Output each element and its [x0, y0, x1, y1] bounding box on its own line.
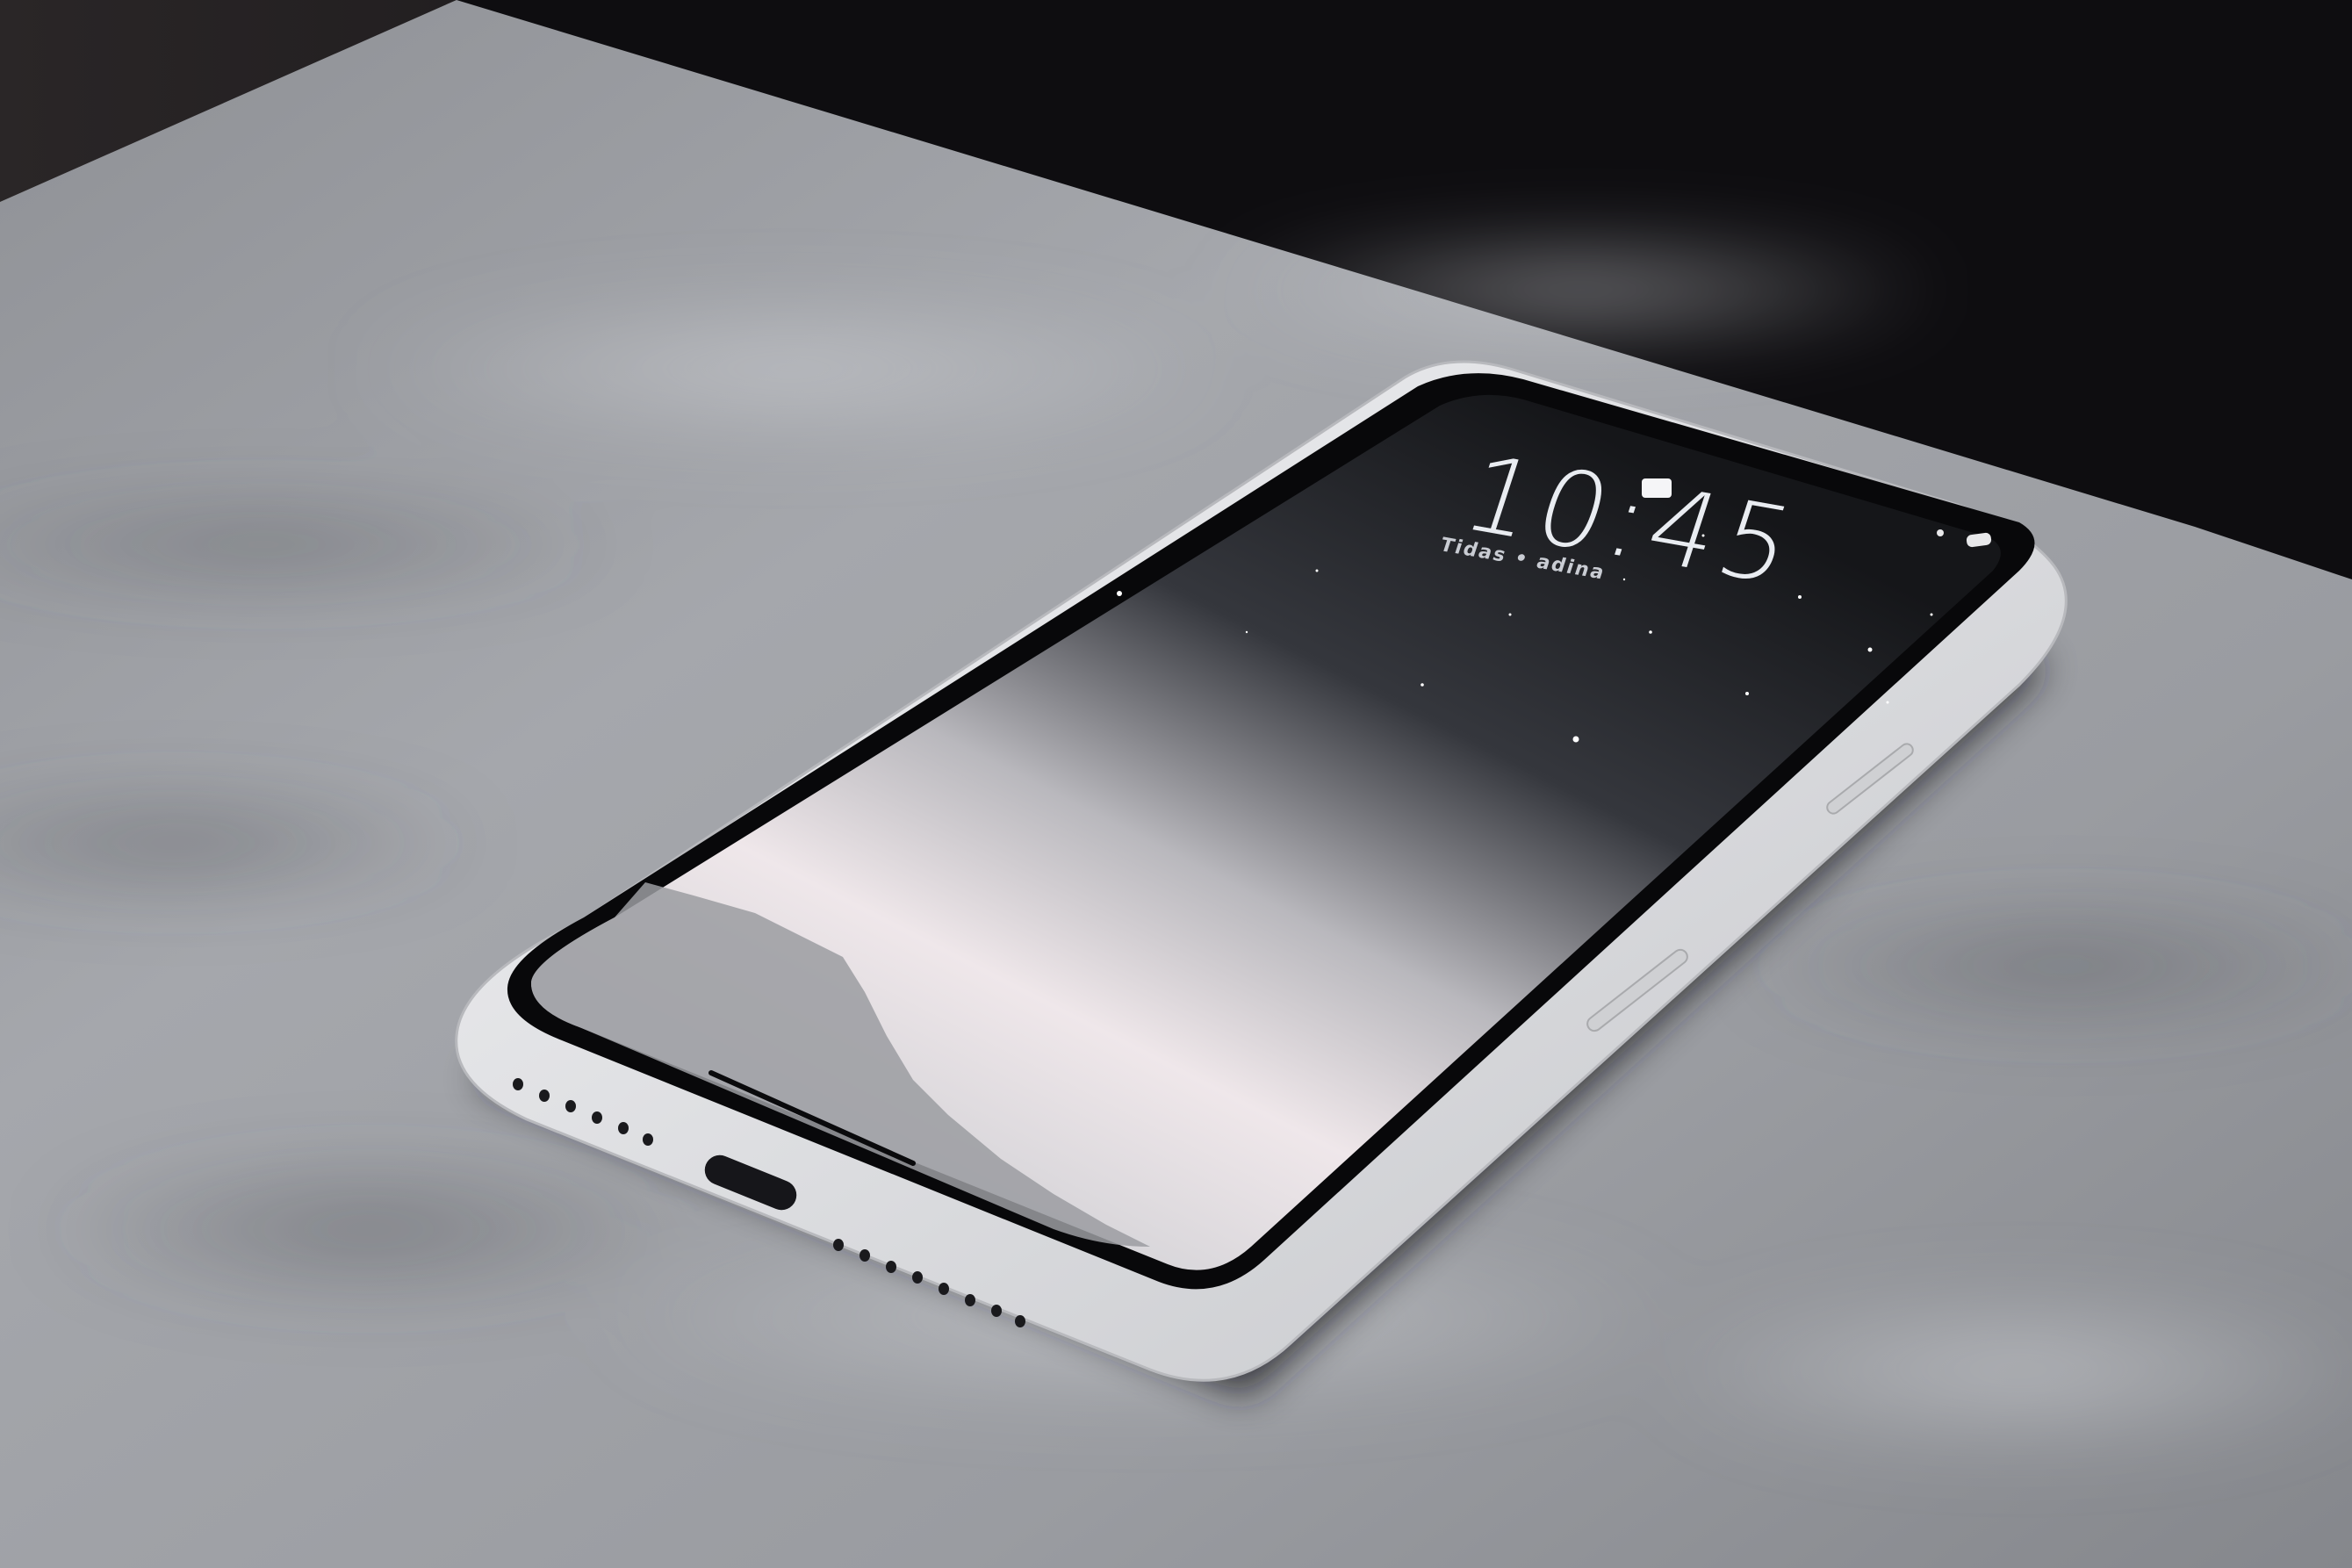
front-camera-indicator [1642, 478, 1672, 498]
front-sensor-dot [1937, 529, 1944, 536]
photo-scene: 10:45 Tidas • adina [0, 0, 2352, 1568]
scene-svg: 10:45 Tidas • adina [0, 0, 2352, 1568]
